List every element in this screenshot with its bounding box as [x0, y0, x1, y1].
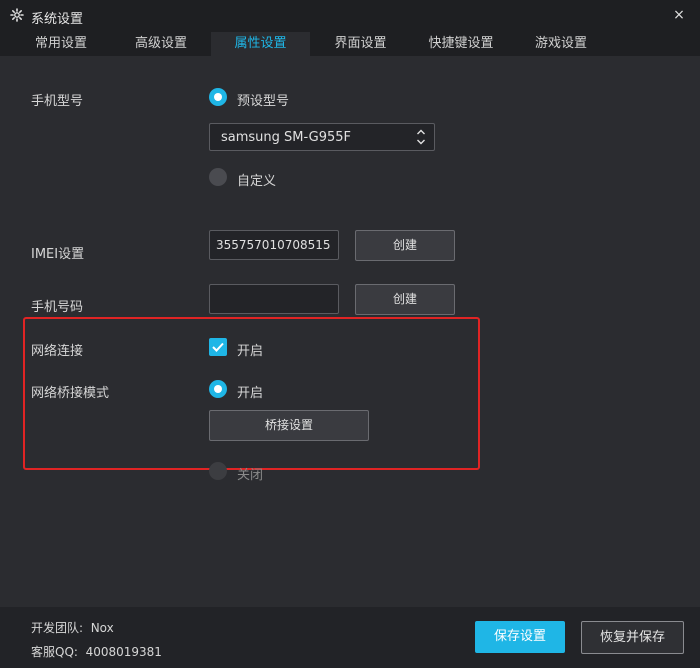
tab-games[interactable]: 游戏设置 — [512, 32, 610, 56]
phone-number-label: 手机号码 — [31, 300, 84, 315]
tab-general[interactable]: 常用设置 — [12, 32, 110, 56]
tab-advanced[interactable]: 高级设置 — [112, 32, 210, 56]
dev-team-info: 开发团队: Nox — [31, 619, 114, 636]
bridge-off-label: 关闭 — [237, 468, 264, 483]
network-on-label: 开启 — [237, 344, 264, 359]
bridge-on-radio[interactable] — [209, 380, 227, 398]
preset-model-label: 预设型号 — [237, 94, 290, 109]
tab-shortcuts[interactable]: 快捷键设置 — [410, 32, 512, 56]
custom-model-label: 自定义 — [237, 174, 277, 189]
phone-number-input[interactable] — [209, 284, 339, 314]
network-connection-checkbox[interactable] — [209, 338, 227, 356]
window-title: 系统设置 — [31, 12, 84, 27]
phone-model-select[interactable]: samsung SM-G955F — [209, 123, 435, 151]
phone-model-select-value: samsung SM-G955F — [221, 130, 352, 145]
support-qq-value: 4008019381 — [85, 645, 162, 659]
updown-chevron-icon — [416, 127, 426, 147]
phone-number-create-button[interactable]: 创建 — [355, 284, 455, 315]
support-qq-info: 客服QQ: 4008019381 — [31, 643, 162, 660]
dev-team-label: 开发团队: — [31, 621, 84, 635]
imei-label: IMEI设置 — [31, 247, 85, 262]
tab-properties[interactable]: 属性设置 — [211, 32, 310, 56]
phone-model-label: 手机型号 — [31, 94, 84, 109]
tab-interface[interactable]: 界面设置 — [311, 32, 410, 56]
restore-and-save-button[interactable]: 恢复并保存 — [581, 621, 684, 654]
checkmark-icon — [212, 342, 224, 352]
network-connection-label: 网络连接 — [31, 344, 84, 359]
close-button[interactable]: × — [672, 6, 686, 24]
save-settings-button[interactable]: 保存设置 — [475, 621, 565, 653]
imei-input[interactable] — [209, 230, 339, 260]
imei-create-button[interactable]: 创建 — [355, 230, 455, 261]
bridge-mode-label: 网络桥接模式 — [31, 386, 110, 401]
dev-team-value: Nox — [90, 621, 114, 635]
bridge-on-label: 开启 — [237, 386, 264, 401]
bridge-settings-button[interactable]: 桥接设置 — [209, 410, 369, 441]
support-qq-label: 客服QQ: — [31, 645, 78, 659]
custom-model-radio[interactable] — [209, 168, 227, 186]
title-bar: 系统设置 × — [0, 0, 700, 32]
preset-model-radio[interactable] — [209, 88, 227, 106]
tab-bar: 常用设置 高级设置 属性设置 界面设置 快捷键设置 游戏设置 — [0, 32, 700, 56]
bridge-off-radio[interactable] — [209, 462, 227, 480]
gear-icon — [10, 8, 24, 22]
